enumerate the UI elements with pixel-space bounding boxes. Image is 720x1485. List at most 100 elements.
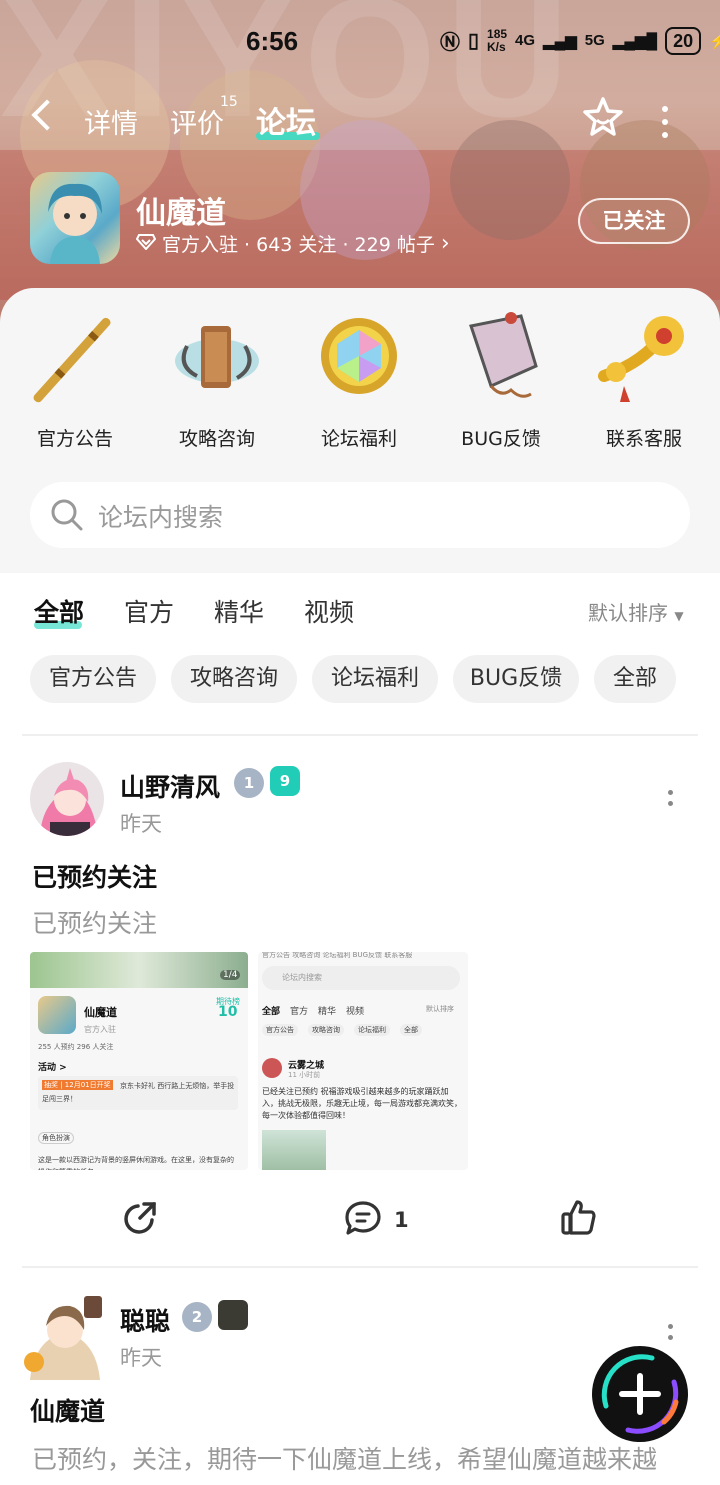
comment-button[interactable]: 1 (344, 1200, 409, 1240)
divider (22, 734, 698, 736)
forum-search-input[interactable]: 论坛内搜索 (30, 482, 690, 548)
chip-strategy[interactable]: 攻略咨询 (171, 655, 297, 703)
thumb-tab: 视频 (346, 1007, 365, 1017)
like-icon[interactable] (560, 1198, 598, 1240)
create-post-button[interactable] (592, 1346, 688, 1442)
top-nav: 详情 评价 15 论坛 (0, 94, 720, 146)
favorite-star-icon[interactable] (582, 96, 624, 142)
kite-icon (451, 306, 551, 406)
thumb-chip: 官方公告 (262, 1024, 298, 1036)
tab-details[interactable]: 详情 (84, 102, 138, 141)
thumb-time: 11 小时前 (288, 1071, 321, 1079)
category-strategy[interactable]: 攻略咨询 (157, 306, 277, 451)
caret-down-icon: ▼ (674, 609, 684, 623)
thumb-app-icon (38, 996, 76, 1034)
post-actions: 1 (0, 1196, 720, 1242)
post-more-icon[interactable] (668, 1324, 673, 1346)
thumb-banner (30, 952, 248, 988)
thumb-event-text: 京东卡好礼 西行路上无烦恼，举手投足闯三界！ (42, 1082, 235, 1103)
thumb-chip: 全部 (400, 1024, 422, 1036)
thumb-stats: 255 人预约 296 人关注 (38, 1043, 114, 1051)
thumb-avatar (262, 1058, 282, 1078)
thumb-preview (262, 1130, 326, 1170)
filter-tab-video[interactable]: 视频 (304, 593, 354, 629)
follow-button[interactable]: 已关注 (578, 198, 690, 244)
thumb-chip: 攻略咨询 (308, 1024, 344, 1036)
search-placeholder: 论坛内搜索 (98, 503, 224, 532)
tab-reviews[interactable]: 评价 (170, 102, 224, 141)
thumb-sort: 默认排序 (426, 1005, 454, 1013)
level-badge-icon: 2 (182, 1302, 212, 1332)
signal-5g: 5G (584, 32, 605, 49)
post-image[interactable]: 官方公告 攻略咨询 论坛福利 BUG反馈 联系客服 论坛内搜索 全部 官方 精华… (258, 952, 468, 1170)
vip-badge-icon: 9 (270, 766, 300, 796)
tab-forum[interactable]: 论坛 (256, 98, 316, 142)
battery-icon: 20 (665, 26, 702, 55)
nfc-icon: Ⓝ (440, 32, 460, 54)
category-customer-service[interactable]: 联系客服 (584, 306, 704, 451)
thumb-search-text: 论坛内搜索 (282, 973, 322, 982)
share-icon[interactable] (122, 1200, 158, 1240)
signal-4g: 4G (515, 32, 536, 49)
chip-official-notice[interactable]: 官方公告 (30, 655, 156, 703)
thumb-tab: 官方 (290, 1007, 309, 1017)
sort-dropdown[interactable]: 默认排序 ▼ (588, 597, 684, 626)
category-label: 联系客服 (605, 428, 682, 450)
thumb-rank-value: 10 (218, 1004, 238, 1020)
post-username[interactable]: 山野清风 (120, 768, 220, 804)
sort-label: 默认排序 (588, 601, 668, 625)
signal-icon: ▂▄▆█ (612, 32, 658, 50)
thumb-chip: 论坛福利 (354, 1024, 390, 1036)
filter-tab-featured[interactable]: 精华 (214, 593, 264, 629)
post-username[interactable]: 聪聪 (120, 1302, 170, 1338)
chip-welfare[interactable]: 论坛福利 (312, 655, 438, 703)
thumb-tab: 全部 (262, 1007, 281, 1017)
app-icon[interactable] (30, 172, 120, 264)
thumb-counter: 1/4 (220, 970, 241, 980)
app-meta[interactable]: 官方入驻 · 643 关注 · 229 帖子 › (135, 230, 450, 257)
status-icons: Ⓝ ▯ 185 K/s 4G ▂▄▆ 5G ▂▄▆█ 20 ⚡ (440, 26, 720, 55)
category-welfare[interactable]: 论坛福利 (299, 306, 419, 451)
thumb-chip: 角色扮演 (38, 1132, 74, 1144)
back-arrow-icon[interactable] (31, 99, 63, 131)
avatar[interactable] (30, 762, 104, 836)
thumb-app-sub: 官方入驻 (84, 1025, 116, 1034)
post-more-icon[interactable] (668, 790, 673, 812)
net-speed: 185 K/s (487, 26, 508, 54)
search-icon (50, 498, 84, 536)
thumb-desc: 这是一款以西游记为背景的竖屏休闲游戏。在这里，没有复杂的操作和繁重的任务 (38, 1156, 234, 1170)
app-name: 仙魔道 (136, 196, 226, 231)
more-options-icon[interactable] (662, 106, 668, 145)
level-badge-icon: 1 (234, 768, 264, 798)
post-image[interactable]: 1/4 仙魔道 官方入驻 期待榜 10 255 人预约 296 人关注 活动 >… (30, 952, 248, 1170)
post-body[interactable]: 已预约，关注，期待一下仙魔道上线，希望仙魔道越来越 (32, 1440, 657, 1476)
charging-icon: ⚡ (709, 32, 720, 50)
post-body[interactable]: 已预约关注 (32, 904, 157, 940)
chip-bug-report[interactable]: BUG反馈 (453, 655, 579, 703)
thumb-cats: 官方公告 攻略咨询 论坛福利 BUG反馈 联系客服 (262, 952, 413, 959)
post-title[interactable]: 已预约关注 (32, 858, 157, 894)
post-title[interactable]: 仙魔道 (30, 1392, 105, 1428)
flute-icon (25, 306, 125, 406)
category-official-notice[interactable]: 官方公告 (15, 306, 135, 451)
avatar[interactable] (20, 1290, 110, 1380)
gem-icon (309, 306, 409, 406)
thumb-activity: 活动 > (38, 1063, 67, 1073)
thumb-app-name: 仙魔道 (84, 1006, 117, 1019)
chip-all[interactable]: 全部 (594, 655, 676, 703)
status-bar: 6:56 Ⓝ ▯ 185 K/s 4G ▂▄▆ 5G ▂▄▆█ 20 ⚡ (0, 0, 720, 80)
comment-count: 1 (394, 1208, 409, 1232)
post-date: 昨天 (120, 1346, 162, 1370)
filter-tab-official[interactable]: 官方 (124, 593, 174, 629)
divider (22, 1266, 698, 1268)
verified-diamond-icon (135, 233, 157, 255)
vibrate-icon: ▯ (468, 30, 480, 52)
hat-badge-icon (218, 1300, 248, 1330)
category-label: 攻略咨询 (178, 428, 255, 450)
category-label: BUG反馈 (461, 428, 541, 450)
thumb-text: 已经关注已预约 祝福游戏吸引越来越多的玩家踊跃加入，挑战无极限，乐趣无止境，每一… (262, 1087, 462, 1120)
app-meta-text: 官方入驻 · 643 关注 · 229 帖子 (162, 234, 435, 256)
category-bug-report[interactable]: BUG反馈 (441, 306, 561, 451)
category-card: 官方公告 攻略咨询 论坛福利 BUG反馈 联系客服 论坛内搜索 (0, 288, 720, 573)
filter-tab-all[interactable]: 全部 (34, 593, 84, 629)
